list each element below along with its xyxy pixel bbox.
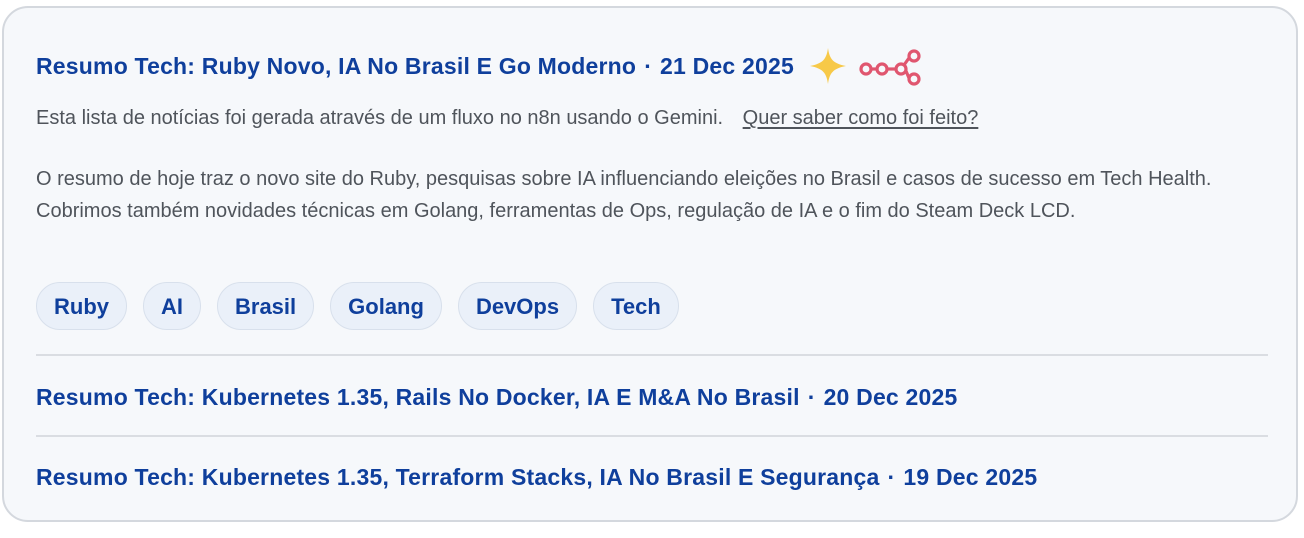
list-item: Resumo Tech: Kubernetes 1.35, Rails No D…: [36, 377, 958, 417]
title-separator: ·: [644, 52, 653, 79]
item-title: Resumo Tech: Kubernetes 1.35, Rails No D…: [36, 383, 800, 410]
item-title-link[interactable]: Resumo Tech: Kubernetes 1.35, Terraform …: [36, 464, 1037, 491]
item-title-link[interactable]: Resumo Tech: Kubernetes 1.35, Rails No D…: [36, 384, 958, 411]
sparkle-icon: [808, 46, 848, 86]
tag-ai[interactable]: AI: [143, 282, 201, 330]
summary-text: O resumo de hoje traz o novo site do Rub…: [36, 168, 1212, 222]
tag-brasil[interactable]: Brasil: [217, 282, 315, 330]
title-separator: ·: [807, 383, 816, 410]
featured-title-link[interactable]: Resumo Tech: Ruby Novo, IA No Brasil E G…: [36, 53, 794, 80]
tag-ruby[interactable]: Ruby: [36, 282, 127, 330]
item-date: 19 Dec 2025: [903, 463, 1038, 490]
intro-text: Esta lista de notícias foi gerada atravé…: [36, 107, 724, 129]
divider: [36, 435, 1268, 437]
tag-tech[interactable]: Tech: [593, 282, 679, 330]
featured-date: 21 Dec 2025: [660, 52, 794, 79]
tag-devops[interactable]: DevOps: [457, 282, 578, 330]
featured-title: Resumo Tech: Ruby Novo, IA No Brasil E G…: [36, 52, 637, 79]
item-date: 20 Dec 2025: [823, 383, 958, 410]
n8n-workflow-icon: [858, 46, 924, 86]
item-title: Resumo Tech: Kubernetes 1.35, Terraform …: [36, 463, 880, 490]
list-item: Resumo Tech: Kubernetes 1.35, Terraform …: [36, 457, 1037, 497]
intro-line: Esta lista de notícias foi gerada atravé…: [36, 102, 978, 134]
news-summary-card: Resumo Tech: Ruby Novo, IA No Brasil E G…: [2, 6, 1298, 522]
how-it-was-made-link[interactable]: Quer saber como foi feito?: [743, 107, 979, 129]
featured-title-row: Resumo Tech: Ruby Novo, IA No Brasil E G…: [36, 46, 924, 86]
title-separator: ·: [887, 463, 896, 490]
tag-golang[interactable]: Golang: [330, 282, 442, 330]
tag-list: Ruby AI Brasil Golang DevOps Tech: [36, 282, 679, 330]
divider: [36, 354, 1268, 356]
